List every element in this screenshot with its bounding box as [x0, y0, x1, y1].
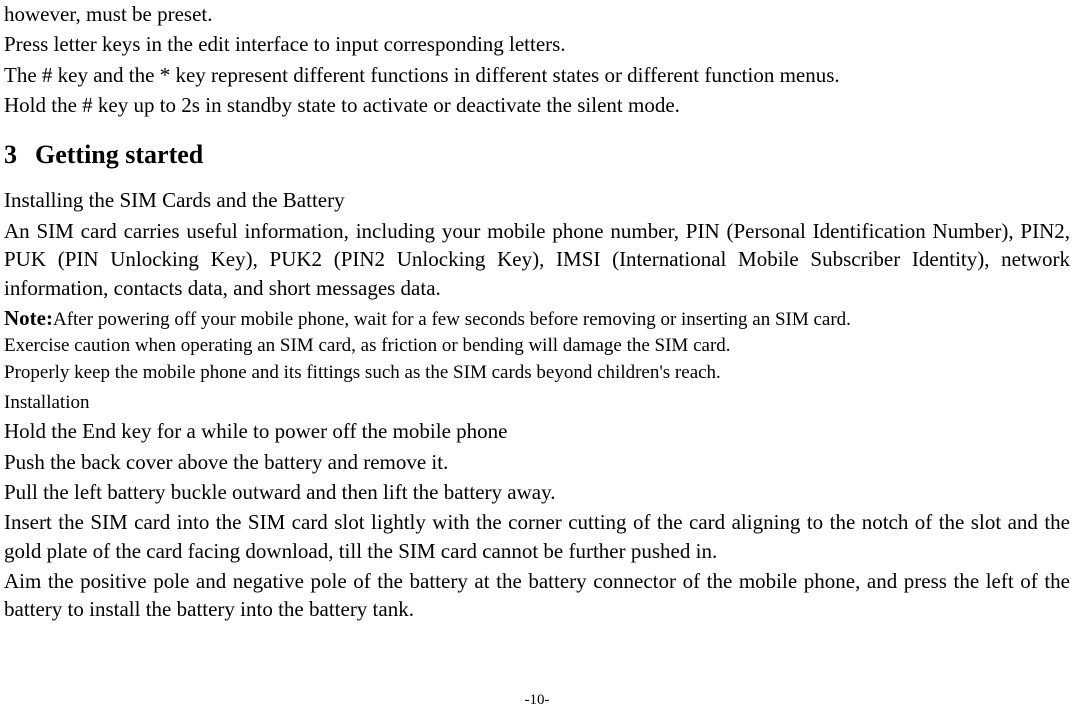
- step-5: Aim the positive pole and negative pole …: [4, 567, 1070, 624]
- intro-line1: however, must be preset.: [4, 0, 1070, 28]
- caution-2: Properly keep the mobile phone and its f…: [4, 360, 1070, 386]
- note-line: Note:After powering off your mobile phon…: [4, 304, 1070, 333]
- step-1: Hold the End key for a while to power of…: [4, 417, 1070, 445]
- caution-1: Exercise caution when operating an SIM c…: [4, 333, 1070, 359]
- step-4: Insert the SIM card into the SIM card sl…: [4, 508, 1070, 565]
- step-3: Pull the left battery buckle outward and…: [4, 478, 1070, 506]
- note-label: Note:: [4, 306, 53, 330]
- page-number: -10-: [0, 690, 1074, 710]
- intro-line3: The # key and the * key represent differ…: [4, 61, 1070, 89]
- installation-label: Installation: [4, 390, 1070, 416]
- intro-line4: Hold the # key up to 2s in standby state…: [4, 91, 1070, 119]
- section-heading: 3 Getting started: [4, 137, 1070, 172]
- intro-line2: Press letter keys in the edit interface …: [4, 30, 1070, 58]
- heading-title: Getting started: [35, 140, 203, 169]
- heading-number: 3: [4, 137, 17, 172]
- subheading: Installing the SIM Cards and the Battery: [4, 186, 1070, 214]
- step-2: Push the back cover above the battery an…: [4, 448, 1070, 476]
- note-text: After powering off your mobile phone, wa…: [53, 309, 851, 330]
- sim-info: An SIM card carries useful information, …: [4, 217, 1070, 302]
